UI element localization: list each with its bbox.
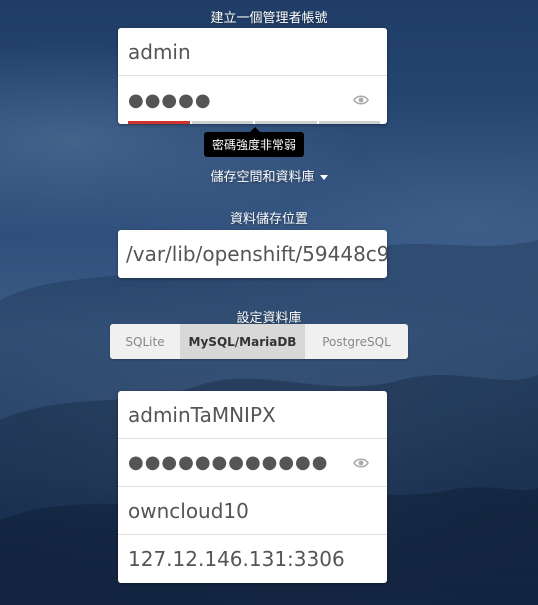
- admin-username-field[interactable]: admin: [118, 28, 387, 76]
- db-user-field[interactable]: adminTaMNIPX: [118, 391, 387, 439]
- password-strength-tooltip: 密碼強度非常弱: [204, 127, 305, 157]
- storage-database-toggle[interactable]: 儲存空間和資料庫: [0, 166, 538, 185]
- storage-database-toggle-label: 儲存空間和資料庫: [210, 170, 315, 185]
- admin-section-title: 建立一個管理者帳號: [210, 11, 328, 26]
- show-db-password-icon[interactable]: [353, 457, 369, 469]
- data-dir-label: 資料儲存位置: [229, 212, 308, 227]
- show-password-icon[interactable]: [353, 94, 369, 106]
- admin-credentials-card: admin ●●●●●: [118, 28, 387, 124]
- db-password-mask: ●●●●●●●●●●●●: [128, 452, 329, 473]
- database-type-tabs: SQLite MySQL/MariaDB PostgreSQL: [110, 324, 408, 359]
- strength-segment: [255, 121, 317, 124]
- db-host-field[interactable]: 127.12.146.131:3306: [118, 535, 387, 583]
- db-password-field[interactable]: ●●●●●●●●●●●●: [118, 439, 387, 487]
- data-dir-input[interactable]: /var/lib/openshift/59448c94: [118, 230, 387, 278]
- strength-segment: [318, 121, 380, 124]
- tab-mysql-mariadb[interactable]: MySQL/MariaDB: [181, 324, 305, 359]
- tab-postgresql[interactable]: PostgreSQL: [305, 324, 408, 359]
- admin-password-mask: ●●●●●: [128, 89, 212, 111]
- tab-sqlite[interactable]: SQLite: [110, 324, 181, 359]
- caret-down-icon: [319, 175, 328, 180]
- password-strength-meter: [128, 121, 380, 124]
- database-credentials-card: adminTaMNIPX ●●●●●●●●●●●● owncloud10 127…: [118, 391, 387, 583]
- db-name-field[interactable]: owncloud10: [118, 487, 387, 535]
- strength-segment: [128, 121, 190, 124]
- strength-segment: [191, 121, 253, 124]
- admin-password-field[interactable]: ●●●●●: [118, 76, 387, 124]
